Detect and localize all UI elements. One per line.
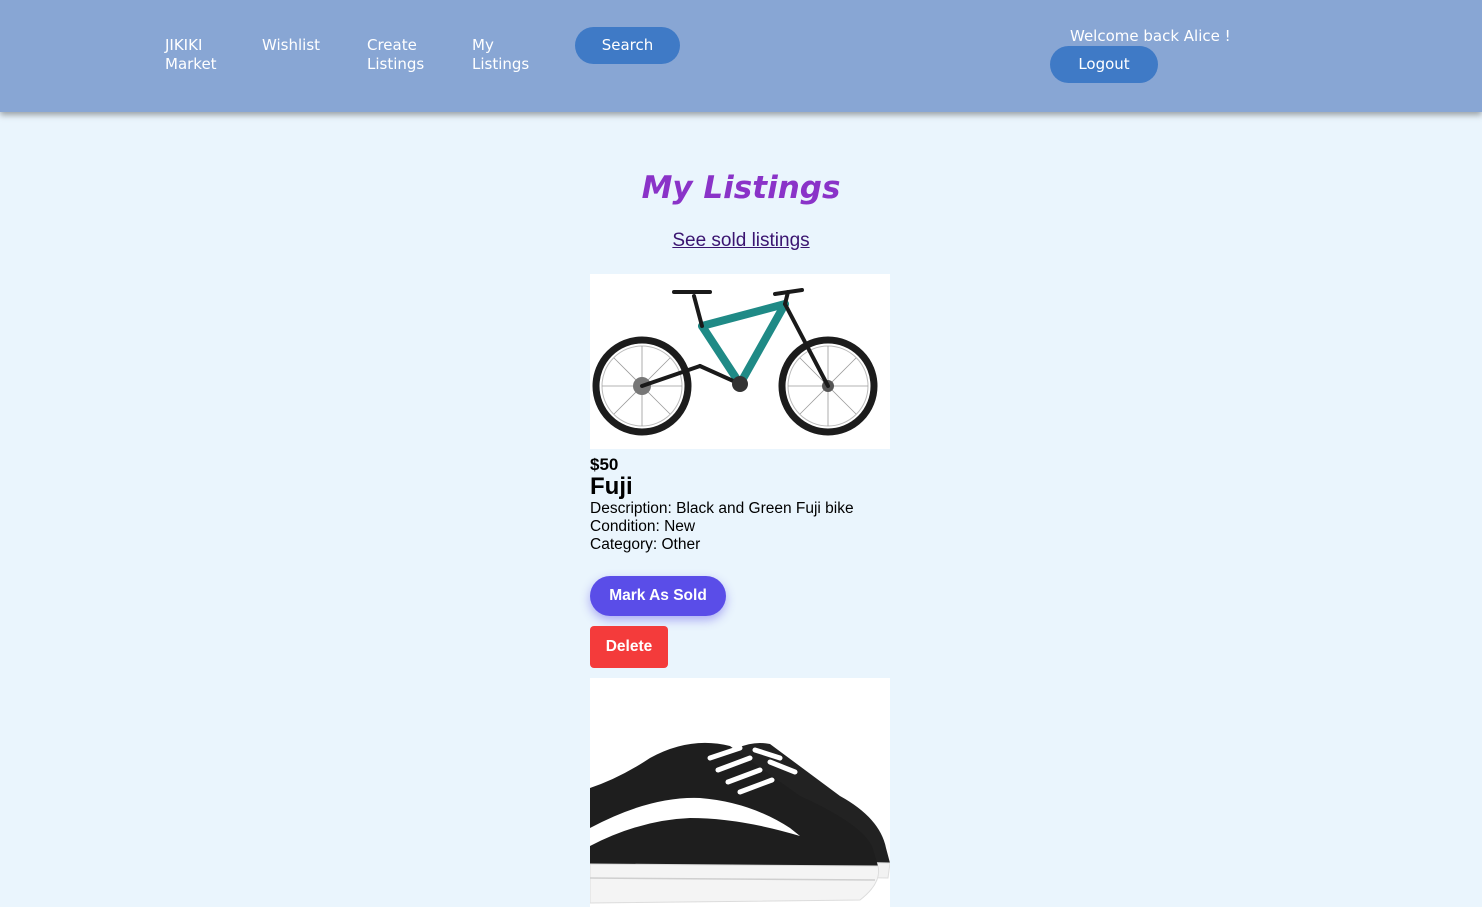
- nav-create-listings[interactable]: Create Listings: [367, 36, 424, 74]
- welcome-text: Welcome back Alice !: [1070, 27, 1231, 45]
- bike-illustration: [592, 288, 878, 436]
- see-sold-listings-link[interactable]: See sold listings: [0, 230, 1482, 252]
- listing-price: $50: [590, 455, 619, 474]
- logout-button[interactable]: Logout: [1050, 46, 1158, 83]
- mark-as-sold-button[interactable]: Mark As Sold: [590, 576, 726, 616]
- bike-image: [590, 274, 890, 449]
- listing-card: $50 Fuji Description: Black and Green Fu…: [590, 274, 890, 668]
- listing-condition: Condition: New: [590, 518, 696, 535]
- listing-title: Fuji: [590, 473, 633, 500]
- navbar: JIKIKI Market Wishlist Create Listings M…: [0, 0, 1482, 112]
- nav-wishlist[interactable]: Wishlist: [262, 36, 320, 55]
- delete-button[interactable]: Delete: [590, 626, 668, 668]
- sneaker-illustration: [590, 742, 890, 904]
- listing-category: Category: Other: [590, 536, 701, 553]
- page-title: My Listings: [641, 170, 841, 206]
- brand-link[interactable]: JIKIKI Market: [165, 36, 217, 74]
- sneaker-image: [590, 678, 890, 907]
- search-button[interactable]: Search: [575, 27, 680, 64]
- listing-card: [590, 678, 890, 907]
- nav-my-listings[interactable]: My Listings: [472, 36, 529, 74]
- listing-description: Description: Black and Green Fuji bike: [590, 500, 854, 517]
